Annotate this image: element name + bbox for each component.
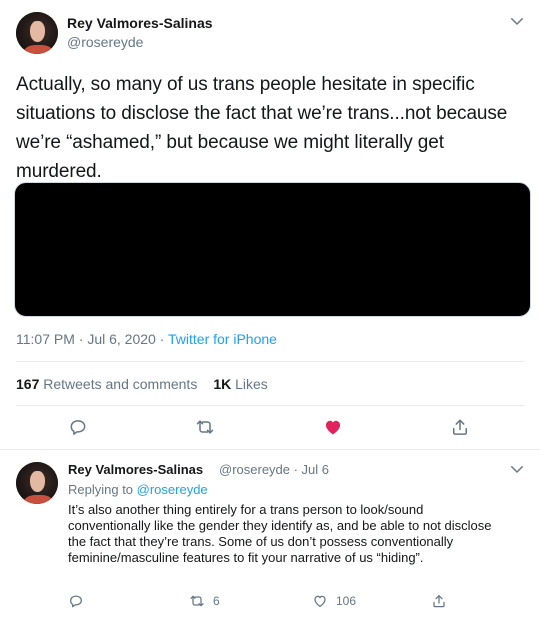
author-name[interactable]: Rey Valmores-Salinas: [67, 15, 213, 31]
chevron-down-icon[interactable]: [508, 460, 526, 478]
retweets-stat[interactable]: 167 Retweets and comments: [16, 376, 197, 392]
heart-filled-icon: [325, 420, 341, 435]
share-button[interactable]: [431, 593, 455, 609]
retweet-button[interactable]: [195, 417, 215, 437]
divider: [16, 405, 524, 406]
retweet-icon: [190, 595, 204, 607]
share-icon: [453, 419, 467, 435]
tweet-media[interactable]: [14, 182, 531, 317]
share-button[interactable]: [450, 417, 470, 437]
likes-stat[interactable]: 1K Likes: [213, 376, 267, 392]
tweet-stats: 167 Retweets and comments 1K Likes: [16, 376, 268, 392]
retweet-button[interactable]: 6: [189, 593, 220, 609]
replying-prefix: Replying to: [68, 482, 137, 497]
likes-label: Likes: [235, 376, 268, 392]
reply-icon: [70, 420, 86, 435]
avatar[interactable]: [16, 12, 58, 54]
retweets-label: Retweets and comments: [43, 376, 198, 392]
tweet-timestamp: 11:07 PM · Jul 6, 2020 · Twitter for iPh…: [16, 331, 277, 347]
like-button[interactable]: 106: [312, 593, 356, 609]
reply-author-name[interactable]: Rey Valmores-Salinas: [68, 462, 203, 477]
reply-button[interactable]: [68, 593, 92, 609]
divider: [16, 361, 524, 362]
main-tweet: Rey Valmores-Salinas @rosereyde Actually…: [0, 0, 540, 450]
likes-count: 1K: [213, 376, 232, 392]
reply-tweet[interactable]: Rey Valmores-Salinas @rosereyde · Jul 6 …: [0, 451, 540, 619]
heart-icon: [314, 595, 326, 607]
reply-button[interactable]: [68, 417, 88, 437]
share-icon: [433, 595, 445, 608]
replying-to-link[interactable]: @rosereyde: [137, 482, 208, 497]
reply-text: It’s also another thing entirely for a t…: [68, 502, 492, 565]
author-handle[interactable]: @rosereyde: [67, 34, 143, 50]
chevron-down-icon[interactable]: [508, 12, 526, 30]
reply-icon: [70, 595, 82, 608]
like-button[interactable]: [323, 417, 343, 437]
timestamp-text[interactable]: 11:07 PM · Jul 6, 2020 ·: [16, 331, 168, 347]
replying-to: Replying to @rosereyde: [68, 482, 208, 497]
retweet-icon: [196, 420, 214, 434]
tweet-actions: [0, 417, 540, 443]
avatar[interactable]: [16, 462, 58, 504]
retweets-count: 167: [16, 376, 40, 392]
retweet-count: 6: [213, 594, 220, 608]
tweet-source[interactable]: Twitter for iPhone: [168, 331, 277, 347]
reply-handle-date[interactable]: @rosereyde · Jul 6: [219, 462, 329, 477]
like-count: 106: [336, 594, 357, 608]
tweet-text: Actually, so many of us trans people hes…: [16, 74, 508, 182]
